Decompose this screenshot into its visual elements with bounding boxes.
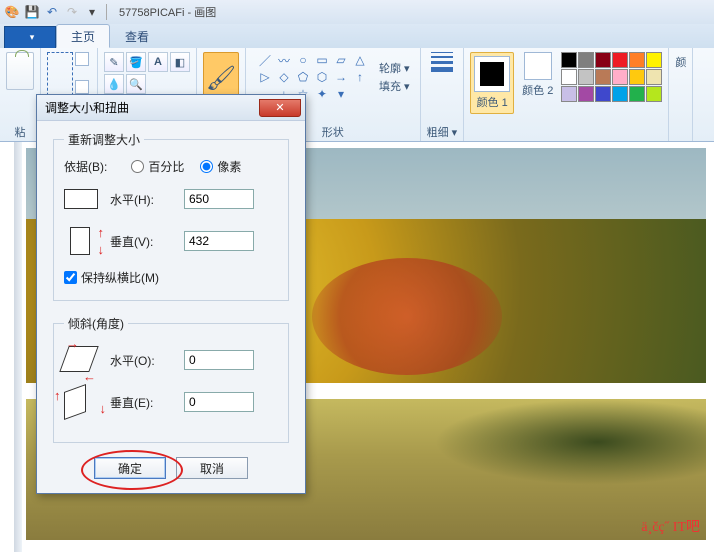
dialog-title: 调整大小和扭曲 (45, 99, 129, 116)
titlebar: 🎨 💾 ↶ ↷ ▾ 57758PICAFi - 画图 (0, 0, 714, 24)
window-title: 57758PICAFi - 画图 (119, 4, 216, 20)
skew-fieldset: 倾斜(角度) →← 水平(O): ↑↓ 垂直(E): (53, 315, 289, 443)
radio-percent[interactable]: 百分比 (131, 158, 184, 175)
clipboard-label: 粘 (15, 124, 26, 140)
palette-color[interactable] (612, 86, 628, 102)
palette-color[interactable] (646, 86, 662, 102)
resize-fieldset: 重新调整大小 依据(B): 百分比 像素 水平(H): ↑↓ 垂直(V): (53, 131, 289, 301)
keep-aspect-checkbox[interactable]: 保持纵横比(M) (64, 269, 278, 286)
palette-color[interactable] (578, 52, 594, 68)
cancel-button[interactable]: 取消 (176, 457, 248, 479)
app-icon: 🎨 (4, 4, 20, 20)
palette-color[interactable] (612, 69, 628, 85)
group-colors: 颜色 1 颜色 2 (464, 48, 669, 141)
palette-color[interactable] (578, 86, 594, 102)
text-icon[interactable]: A (148, 52, 168, 72)
paste-icon[interactable] (6, 52, 34, 90)
color2-label: 颜色 2 (522, 82, 553, 98)
group-editcolor: 颜 (669, 48, 693, 141)
resize-legend: 重新调整大小 (64, 131, 144, 148)
palette-color[interactable] (595, 52, 611, 68)
eraser-icon[interactable]: ◧ (170, 52, 190, 72)
palette-color[interactable] (595, 86, 611, 102)
save-icon[interactable]: 💾 (24, 4, 40, 20)
ribbon-tabs: 主页 查看 (0, 24, 714, 48)
color1-button[interactable] (474, 56, 510, 92)
color2-button[interactable] (524, 52, 552, 80)
size-button[interactable] (427, 52, 457, 72)
quick-access-toolbar: 🎨 💾 ↶ ↷ ▾ (4, 4, 100, 20)
palette-color[interactable] (595, 69, 611, 85)
watermark: ä¸čç˝ IT吧 (641, 516, 700, 536)
file-menu-button[interactable] (4, 26, 56, 48)
h-label: 水平(H): (110, 191, 172, 208)
pencil-icon[interactable]: ✎ (104, 52, 124, 72)
palette-color[interactable] (629, 69, 645, 85)
crop-icon[interactable] (75, 52, 89, 66)
palette-color[interactable] (629, 86, 645, 102)
picker-icon[interactable]: 💧 (104, 74, 124, 94)
color-palette[interactable] (561, 52, 662, 102)
edit-colors-label: 颜 (675, 54, 686, 70)
group-size: 粗细 ▾ (421, 48, 465, 141)
vertical-resize-icon: ↑↓ (64, 227, 98, 255)
radio-pixel[interactable]: 像素 (200, 158, 241, 175)
palette-color[interactable] (646, 52, 662, 68)
ok-button[interactable]: 确定 (94, 457, 166, 479)
palette-color[interactable] (646, 69, 662, 85)
dialog-titlebar[interactable]: 调整大小和扭曲 ✕ (37, 95, 305, 121)
color1-label: 颜色 1 (477, 94, 508, 110)
shape-outline-button[interactable]: 轮廓 ▾ (379, 60, 410, 76)
skew-h-label: 水平(O): (110, 352, 172, 369)
size-label: 粗细 ▾ (427, 124, 458, 140)
palette-color[interactable] (578, 69, 594, 85)
group-clipboard: 粘 (0, 48, 41, 141)
skew-h-icon: →← (64, 346, 98, 374)
tab-view[interactable]: 查看 (110, 24, 164, 48)
shape-fill-button[interactable]: 填充 ▾ (379, 78, 410, 94)
undo-icon[interactable]: ↶ (44, 4, 60, 20)
palette-color[interactable] (629, 52, 645, 68)
shapes-label: 形状 (322, 124, 344, 140)
qat-dropdown-icon[interactable]: ▾ (84, 4, 100, 20)
horizontal-resize-icon (64, 185, 98, 213)
skew-h-input[interactable] (184, 350, 254, 370)
skew-v-label: 垂直(E): (110, 394, 172, 411)
scroll-ruler (14, 142, 22, 552)
resize-icon[interactable] (75, 80, 89, 94)
palette-color[interactable] (612, 52, 628, 68)
zoom-icon[interactable]: 🔍 (126, 74, 146, 94)
resize-skew-dialog: 调整大小和扭曲 ✕ 重新调整大小 依据(B): 百分比 像素 水平(H): ↑↓ (36, 94, 306, 494)
horizontal-input[interactable] (184, 189, 254, 209)
bucket-icon[interactable]: 🪣 (126, 52, 146, 72)
skew-v-input[interactable] (184, 392, 254, 412)
vertical-input[interactable] (184, 231, 254, 251)
redo-icon[interactable]: ↷ (64, 4, 80, 20)
palette-color[interactable] (561, 52, 577, 68)
palette-color[interactable] (561, 69, 577, 85)
skew-legend: 倾斜(角度) (64, 315, 128, 332)
palette-color[interactable] (561, 86, 577, 102)
tab-home[interactable]: 主页 (56, 24, 110, 48)
skew-v-icon: ↑↓ (64, 388, 98, 416)
v-label: 垂直(V): (110, 233, 172, 250)
close-button[interactable]: ✕ (259, 99, 301, 117)
by-label: 依据(B): (64, 158, 107, 175)
